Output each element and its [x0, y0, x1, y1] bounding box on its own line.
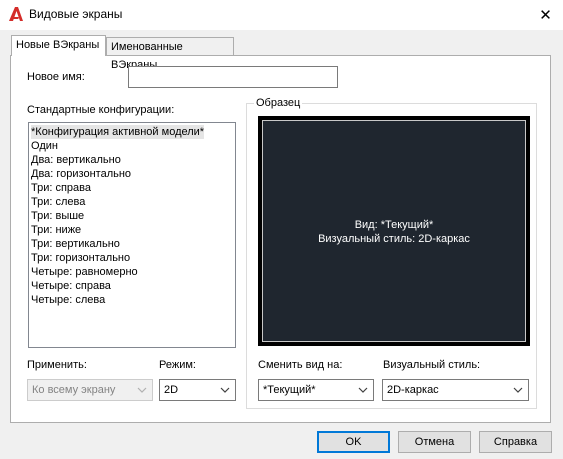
- tab-named-viewports[interactable]: Именованные ВЭкраны: [106, 37, 234, 71]
- change-view-select[interactable]: *Текущий*: [258, 379, 374, 401]
- visual-style-select[interactable]: 2D-каркас: [382, 379, 529, 401]
- list-item[interactable]: Три: слева: [31, 195, 85, 209]
- list-item[interactable]: Четыре: слева: [31, 293, 105, 307]
- list-item[interactable]: Три: вертикально: [31, 237, 120, 251]
- list-item[interactable]: Три: справа: [31, 181, 91, 195]
- list-item[interactable]: Четыре: равномерно: [31, 265, 138, 279]
- chevron-down-icon: [513, 387, 523, 393]
- standard-configs-label: Стандартные конфигурации:: [27, 104, 175, 116]
- visual-style-value: 2D-каркас: [387, 384, 439, 396]
- chevron-down-icon: [220, 387, 230, 393]
- new-name-label: Новое имя:: [27, 71, 85, 83]
- mode-value: 2D: [164, 384, 179, 396]
- list-item[interactable]: Два: горизонтально: [31, 167, 131, 181]
- list-item[interactable]: Четыре: справа: [31, 279, 111, 293]
- mode-label: Режим:: [159, 359, 196, 371]
- window-title: Видовые экраны: [29, 7, 123, 21]
- cancel-button[interactable]: Отмена: [398, 431, 471, 453]
- tab-label: Новые ВЭкраны: [16, 39, 100, 51]
- apply-value: Ко всему экрану: [32, 384, 116, 396]
- chevron-down-icon: [358, 387, 368, 393]
- ok-button[interactable]: OK: [317, 431, 390, 453]
- preview-viewport[interactable]: [262, 120, 526, 342]
- standard-configs-list[interactable]: *Конфигурация активной модели* Один Два:…: [28, 122, 236, 348]
- list-item[interactable]: Три: ниже: [31, 223, 81, 237]
- list-item[interactable]: Три: выше: [31, 209, 84, 223]
- mode-select[interactable]: 2D: [159, 379, 236, 401]
- chevron-down-icon: [137, 387, 147, 393]
- apply-select[interactable]: Ко всему экрану: [27, 379, 153, 401]
- help-button[interactable]: Справка: [479, 431, 552, 453]
- list-item[interactable]: Три: горизонтально: [31, 251, 130, 265]
- preview-group-label: Образец: [254, 97, 303, 109]
- autocad-a-icon: [9, 7, 23, 21]
- list-item[interactable]: Один: [31, 139, 58, 153]
- preview-style-text: Визуальный стиль: 2D-каркас: [318, 233, 470, 245]
- visual-style-label: Визуальный стиль:: [383, 359, 481, 371]
- tab-new-viewports[interactable]: Новые ВЭкраны: [11, 35, 106, 56]
- new-name-input[interactable]: [128, 66, 338, 88]
- change-view-label: Сменить вид на:: [258, 359, 343, 371]
- close-button[interactable]: ✕: [528, 0, 563, 30]
- preview-view-text: Вид: *Текущий*: [354, 219, 434, 231]
- apply-label: Применить:: [27, 359, 87, 371]
- change-view-value: *Текущий*: [263, 384, 316, 396]
- close-icon: ✕: [539, 7, 552, 24]
- list-item[interactable]: *Конфигурация активной модели*: [31, 125, 205, 139]
- list-item[interactable]: Два: вертикально: [31, 153, 121, 167]
